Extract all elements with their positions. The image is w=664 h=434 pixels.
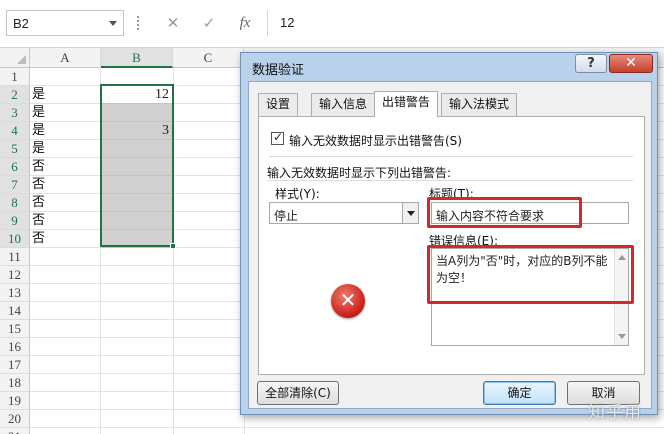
style-select[interactable]: 停止 — [269, 202, 419, 224]
row-header[interactable]: 12 — [0, 266, 30, 284]
cell-a[interactable] — [31, 410, 101, 428]
style-select-value: 停止 — [274, 209, 299, 223]
cell-a[interactable]: 否 — [31, 158, 101, 176]
fill-handle[interactable] — [170, 243, 176, 249]
column-header-b[interactable]: B — [101, 48, 173, 68]
divider — [269, 156, 633, 157]
ok-button[interactable]: 确定 — [483, 381, 556, 405]
row-header[interactable]: 6 — [0, 158, 30, 176]
name-box[interactable]: B2 — [6, 10, 124, 36]
row-header[interactable]: 19 — [0, 392, 30, 410]
cell-a[interactable] — [31, 392, 101, 410]
tab-ime-mode[interactable]: 输入法模式 — [441, 93, 518, 116]
row-header[interactable]: 9 — [0, 212, 30, 230]
cell-a[interactable] — [31, 302, 101, 320]
cell-a[interactable]: 是 — [31, 122, 101, 140]
clear-all-button[interactable]: 全部清除(C) — [257, 381, 339, 405]
help-button[interactable]: ? — [575, 54, 607, 73]
cancel-icon[interactable]: ✕ — [162, 12, 184, 34]
row-header[interactable]: 14 — [0, 302, 30, 320]
chevron-down-icon[interactable] — [402, 203, 418, 223]
cell-a[interactable]: 是 — [31, 140, 101, 158]
cell-a[interactable]: 否 — [31, 230, 101, 248]
row-header[interactable]: 10 — [0, 230, 30, 248]
cell-a[interactable]: 否 — [31, 176, 101, 194]
stop-error-icon: ✕ — [331, 284, 365, 318]
highlight-box — [427, 245, 634, 304]
section-label: 输入无效数据时显示下列出错警告: — [267, 166, 452, 180]
grid-line — [30, 427, 664, 428]
row-header[interactable]: 7 — [0, 176, 30, 194]
name-box-value: B2 — [13, 16, 29, 31]
select-all-icon — [17, 55, 26, 64]
tab-error-alert[interactable]: 出错警告 — [374, 91, 439, 117]
cell-a[interactable]: 否 — [31, 194, 101, 212]
cell-a[interactable] — [31, 356, 101, 374]
formula-input[interactable]: 12 — [267, 10, 664, 36]
cell-a[interactable]: 否 — [31, 212, 101, 230]
data-validation-dialog: 数据验证 ? ✕ 设置 输入信息 出错警告 输入法模式 输入无效数据时显示出错警… — [240, 52, 658, 415]
row-header[interactable]: 16 — [0, 338, 30, 356]
row-header[interactable]: 21 — [0, 428, 30, 434]
check-icon[interactable]: ✓ — [198, 12, 220, 34]
insert-function-icon[interactable]: fx — [234, 12, 256, 34]
row-header[interactable]: 20 — [0, 410, 30, 428]
show-alert-checkbox[interactable] — [271, 130, 284, 145]
row-header[interactable]: 17 — [0, 356, 30, 374]
watermark: 知乎用 — [588, 403, 642, 423]
dialog-body: 设置 输入信息 出错警告 输入法模式 输入无效数据时显示出错警告(S) 输入无效… — [248, 81, 652, 409]
divider — [267, 180, 633, 181]
highlight-box — [427, 197, 582, 228]
row-header[interactable]: 18 — [0, 374, 30, 392]
cell-a[interactable] — [31, 374, 101, 392]
show-alert-label[interactable]: 输入无效数据时显示出错警告(S) — [289, 132, 462, 149]
column-header-a[interactable]: A — [30, 48, 101, 68]
column-header-c[interactable]: C — [173, 48, 244, 68]
cell-a[interactable] — [31, 338, 101, 356]
row-header[interactable]: 2 — [0, 86, 30, 104]
scroll-down-icon[interactable] — [618, 334, 626, 339]
style-label: 样式(Y): — [275, 187, 320, 201]
cell-a[interactable] — [31, 248, 101, 266]
cell-a[interactable]: 是 — [31, 86, 101, 104]
row-header[interactable]: 8 — [0, 194, 30, 212]
cell-a[interactable] — [31, 68, 101, 86]
formula-value: 12 — [280, 15, 295, 30]
cell-a[interactable] — [31, 428, 101, 434]
row-header[interactable]: 1 — [0, 68, 30, 86]
row-header[interactable]: 5 — [0, 140, 30, 158]
row-header[interactable]: 13 — [0, 284, 30, 302]
cell-a[interactable] — [31, 284, 101, 302]
cell-a[interactable]: 是 — [31, 104, 101, 122]
row-header[interactable]: 3 — [0, 104, 30, 122]
formula-bar-grip — [137, 16, 139, 30]
row-header[interactable]: 4 — [0, 122, 30, 140]
row-header[interactable]: 11 — [0, 248, 30, 266]
formula-bar: B2 ✕ ✓ fx 12 — [0, 0, 664, 48]
selection-range — [100, 84, 174, 247]
cell-a[interactable] — [31, 266, 101, 284]
dialog-title: 数据验证 — [252, 63, 305, 78]
chevron-down-icon[interactable] — [109, 21, 117, 26]
close-button[interactable]: ✕ — [609, 54, 653, 73]
cell-a[interactable] — [31, 320, 101, 338]
tab-input-message[interactable]: 输入信息 — [311, 93, 376, 116]
row-header[interactable]: 15 — [0, 320, 30, 338]
select-all-corner[interactable] — [0, 48, 30, 68]
tab-settings[interactable]: 设置 — [258, 93, 299, 116]
